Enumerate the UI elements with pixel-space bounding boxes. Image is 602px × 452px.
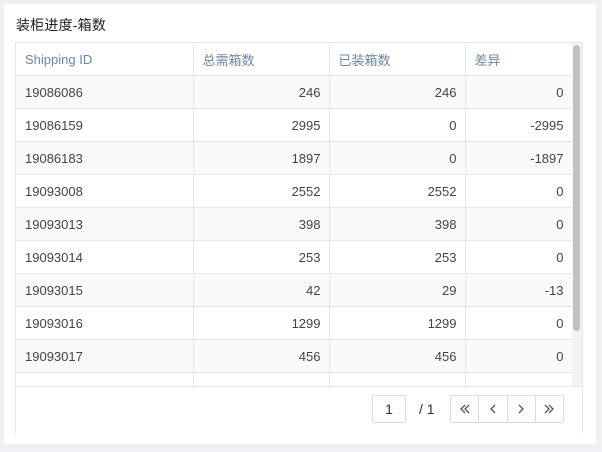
cell-packed: 1299	[329, 306, 466, 340]
cell-packed	[329, 372, 466, 386]
cell-shipping-id: 19093008	[16, 174, 194, 208]
table-row[interactable]: 19093013 398 398 0	[16, 207, 572, 241]
cell-difference: 0	[465, 240, 572, 274]
table-row[interactable]: 19093014 253 253 0	[16, 240, 572, 274]
pagination-bar: / 1	[16, 386, 582, 433]
cell-difference: 0	[465, 75, 572, 109]
cell-shipping-id: 19093016	[16, 306, 194, 340]
first-page-button[interactable]	[451, 396, 480, 422]
cell-difference: 0	[465, 174, 572, 208]
table-row[interactable]: 19086159 2995 0 -2995	[16, 108, 572, 142]
cell-total-required: 246	[193, 75, 330, 109]
cell-packed: 253	[329, 240, 466, 274]
table-row[interactable]: 19093017 456 456 0	[16, 339, 572, 373]
cell-packed: 246	[329, 75, 466, 109]
pager-button-group	[450, 395, 564, 423]
table-row[interactable]: 19093008 2552 2552 0	[16, 174, 572, 208]
cell-shipping-id: 19086159	[16, 108, 194, 142]
prev-page-icon	[489, 404, 496, 414]
cell-total-required: 456	[193, 339, 330, 373]
cell-shipping-id	[16, 372, 194, 386]
cell-total-required	[193, 372, 330, 386]
panel-title: 装柜进度-箱数	[16, 17, 107, 33]
cell-total-required: 253	[193, 240, 330, 274]
prev-page-button[interactable]	[479, 396, 508, 422]
table-header-row: Shipping ID 总需箱数 已装箱数 差异	[16, 43, 572, 76]
cell-packed: 29	[329, 273, 466, 307]
cell-total-required: 1897	[193, 141, 330, 175]
cell-difference: -2995	[465, 108, 572, 142]
table-row[interactable]: 19093015 42 29 -13	[16, 273, 572, 307]
next-page-button[interactable]	[508, 396, 536, 422]
column-header-packed[interactable]: 已装箱数	[329, 43, 466, 76]
data-table: Shipping ID 总需箱数 已装箱数 差异 19086086 246 24…	[16, 43, 572, 386]
page-number-input[interactable]	[372, 395, 406, 423]
cell-packed: 2552	[329, 174, 466, 208]
cell-difference: 0	[465, 339, 572, 373]
cell-total-required: 398	[193, 207, 330, 241]
cell-total-required: 42	[193, 273, 330, 307]
cell-shipping-id: 19093013	[16, 207, 194, 241]
cell-difference: 0	[465, 306, 572, 340]
cell-shipping-id: 19093017	[16, 339, 194, 373]
cell-packed: 456	[329, 339, 466, 373]
cell-total-required: 1299	[193, 306, 330, 340]
cell-packed: 398	[329, 207, 466, 241]
cell-difference: -13	[465, 273, 572, 307]
cell-shipping-id: 19086086	[16, 75, 194, 109]
next-page-icon	[518, 404, 525, 414]
cell-difference	[465, 372, 572, 386]
last-page-icon	[544, 404, 555, 414]
cell-shipping-id: 19093015	[16, 273, 194, 307]
cell-shipping-id: 19093014	[16, 240, 194, 274]
panel: 装柜进度-箱数 Shipping ID 总需箱数 已装箱数 差异 1908608…	[4, 4, 596, 444]
column-header-shipping-id[interactable]: Shipping ID	[16, 43, 194, 76]
table-row[interactable]: 19086086 246 246 0	[16, 75, 572, 109]
scrollbar-thumb[interactable]	[573, 45, 580, 331]
cell-packed: 0	[329, 108, 466, 142]
vertical-scrollbar[interactable]	[572, 43, 582, 386]
table-row[interactable]: 19093016 1299 1299 0	[16, 306, 572, 340]
table-row[interactable]: 19086183 1897 0 -1897	[16, 141, 572, 175]
cell-shipping-id: 19086183	[16, 141, 194, 175]
last-page-button[interactable]	[536, 396, 563, 422]
page-total-label: / 1	[419, 401, 435, 417]
cell-packed: 0	[329, 141, 466, 175]
data-table-scroll-area[interactable]: Shipping ID 总需箱数 已装箱数 差异 19086086 246 24…	[16, 43, 572, 386]
cell-total-required: 2552	[193, 174, 330, 208]
column-header-difference[interactable]: 差异	[465, 43, 572, 76]
column-header-total-required[interactable]: 总需箱数	[193, 43, 330, 76]
data-table-container: Shipping ID 总需箱数 已装箱数 差异 19086086 246 24…	[15, 42, 583, 433]
table-row[interactable]	[16, 372, 572, 386]
first-page-icon	[459, 404, 470, 414]
cell-difference: 0	[465, 207, 572, 241]
cell-difference: -1897	[465, 141, 572, 175]
cell-total-required: 2995	[193, 108, 330, 142]
